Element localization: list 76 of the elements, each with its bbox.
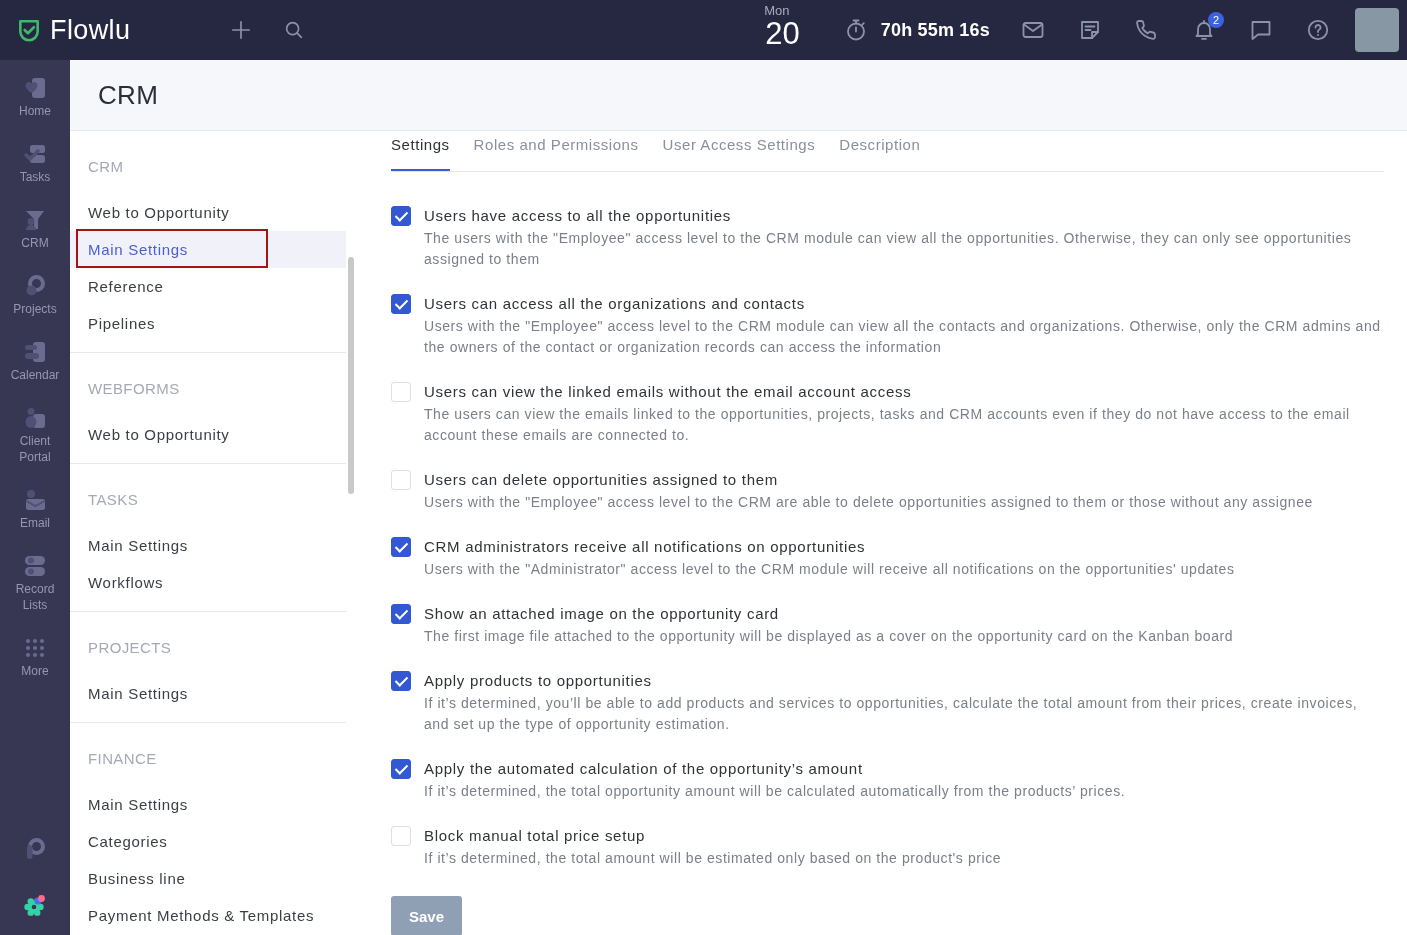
logo-text[interactable]: Flowlu: [50, 15, 131, 45]
checkbox[interactable]: [391, 671, 411, 691]
heart-card-icon: [23, 76, 47, 100]
ring-icon: [23, 274, 47, 298]
day-number: 20: [765, 18, 800, 50]
page-title: CRM: [98, 79, 159, 111]
nav-item[interactable]: More: [0, 620, 70, 686]
nav-item[interactable]: Projects: [0, 258, 70, 324]
option-description: Users with the "Administrator" access level to the CRM module will receive all notifications on the opportunities' updates: [424, 560, 1236, 579]
help-icon[interactable]: [1306, 18, 1330, 42]
chat-icon[interactable]: [1249, 18, 1273, 42]
option-title: Apply the automated calculation of the opportunity’s amount: [424, 759, 864, 779]
person-card-icon: [23, 406, 47, 430]
dot-grid-icon: [23, 636, 47, 660]
section-heading: WEBFORMS: [87, 379, 181, 399]
bars-card-icon: [23, 340, 47, 364]
nav-item[interactable]: Home: [0, 60, 70, 126]
sidebar-item[interactable]: Web to Opportunity: [70, 194, 346, 231]
option-description: The users can view the emails linked to the opportunities, projects, tasks and CRM accounts even if they do not have access to the email account these emails are connected to.: [424, 405, 1351, 445]
nav-item[interactable]: Email: [0, 472, 70, 538]
checkbox[interactable]: [391, 759, 411, 779]
person-envelope-icon: [23, 488, 47, 512]
option-title: Apply products to opportunities: [424, 671, 653, 691]
option-title: Block manual total price setup: [424, 826, 647, 846]
sidebar-item[interactable]: Pipelines: [70, 305, 346, 342]
option-title: Users can delete opportunities assigned to them: [424, 470, 779, 490]
nav-item[interactable]: Record Lists: [0, 538, 70, 620]
tab[interactable]: Settings: [391, 131, 450, 171]
weekday-label: Mon: [764, 4, 791, 18]
scrollbar-thumb[interactable]: [348, 257, 354, 494]
option-description: If it’s determined, the total opportunity amount will be calculated automatically from the products’ prices.: [424, 782, 1127, 801]
flower-icon[interactable]: [23, 893, 47, 917]
option-description: Users with the "Employee" access level to the CRM module can view all the contacts and organizations. Otherwise, only the CRM admins and the owners of the contact or organization records can access the information: [424, 317, 1382, 357]
toggle-icon: [23, 554, 47, 578]
sidebar-item[interactable]: Workflows: [70, 564, 346, 601]
option-description: If it’s determined, the total amount will be estimated only based on the product's price: [424, 849, 1003, 868]
sidebar-item[interactable]: Business line: [70, 860, 346, 897]
section-heading: PROJECTS: [87, 638, 173, 658]
nav-item[interactable]: Client Portal: [0, 390, 70, 472]
checkbox[interactable]: [391, 294, 411, 314]
sidebar-item[interactable]: Reference: [70, 268, 346, 305]
option-description: Users with the "Employee" access level to the CRM are able to delete opportunities assigned to them or those without any assignee: [424, 493, 1314, 512]
option-title: Users can view the linked emails without the email account access: [424, 382, 913, 402]
notification-badge: 2: [1208, 12, 1224, 28]
option-title: Users have access to all the opportunities: [424, 206, 733, 226]
checkbox[interactable]: [391, 604, 411, 624]
nav-item[interactable]: Calendar: [0, 324, 70, 390]
sidebar-item[interactable]: Categories: [70, 823, 346, 860]
note-icon[interactable]: [1078, 18, 1102, 42]
timer-value: 70h 55m 16s: [880, 19, 990, 41]
sidebar-item[interactable]: Web to Opportunity: [70, 416, 346, 453]
sidebar-item[interactable]: Main Settings: [70, 675, 346, 712]
option-description: The first image file attached to the opportunity will be displayed as a cover on the opportunity card on the Kanban board: [424, 627, 1235, 646]
option-description: If it’s determined, you’ll be able to add products and services to opportunities, calculate the total amount from their prices, create invoices, and set up the type of opportunity estimation.: [424, 694, 1359, 734]
checkbox[interactable]: [391, 206, 411, 226]
option-title: Show an attached image on the opportunity card: [424, 604, 780, 624]
tab[interactable]: Roles and Permissions: [473, 131, 639, 171]
option-description: The users with the "Employee" access level to the CRM module can view all the opportunities. Otherwise, they can only see opportunities assigned to them: [424, 229, 1353, 269]
section-heading: FINANCE: [87, 749, 158, 769]
section-heading: CRM: [87, 157, 125, 177]
funnel-person-icon: [23, 208, 47, 232]
nav-item[interactable]: Tasks: [0, 126, 70, 192]
section-heading: TASKS: [87, 490, 140, 510]
tab[interactable]: User Access Settings: [662, 131, 816, 171]
nav-item[interactable]: CRM: [0, 192, 70, 258]
option-title: CRM administrators receive all notifications on opportunities: [424, 537, 867, 557]
checkbox[interactable]: [391, 537, 411, 557]
phone-icon[interactable]: [1135, 18, 1159, 42]
sidebar-item[interactable]: Main Settings: [70, 527, 346, 564]
tab[interactable]: Description: [839, 131, 921, 171]
sidebar-item[interactable]: Main Settings: [70, 231, 346, 268]
sidebar-item[interactable]: Main Settings: [70, 786, 346, 823]
plus-icon[interactable]: [230, 19, 253, 41]
sidebar-item[interactable]: Payment Methods & Templates: [70, 897, 346, 934]
option-title: Users can access all the organizations and contacts: [424, 294, 806, 314]
check-card-icon: [23, 142, 47, 166]
